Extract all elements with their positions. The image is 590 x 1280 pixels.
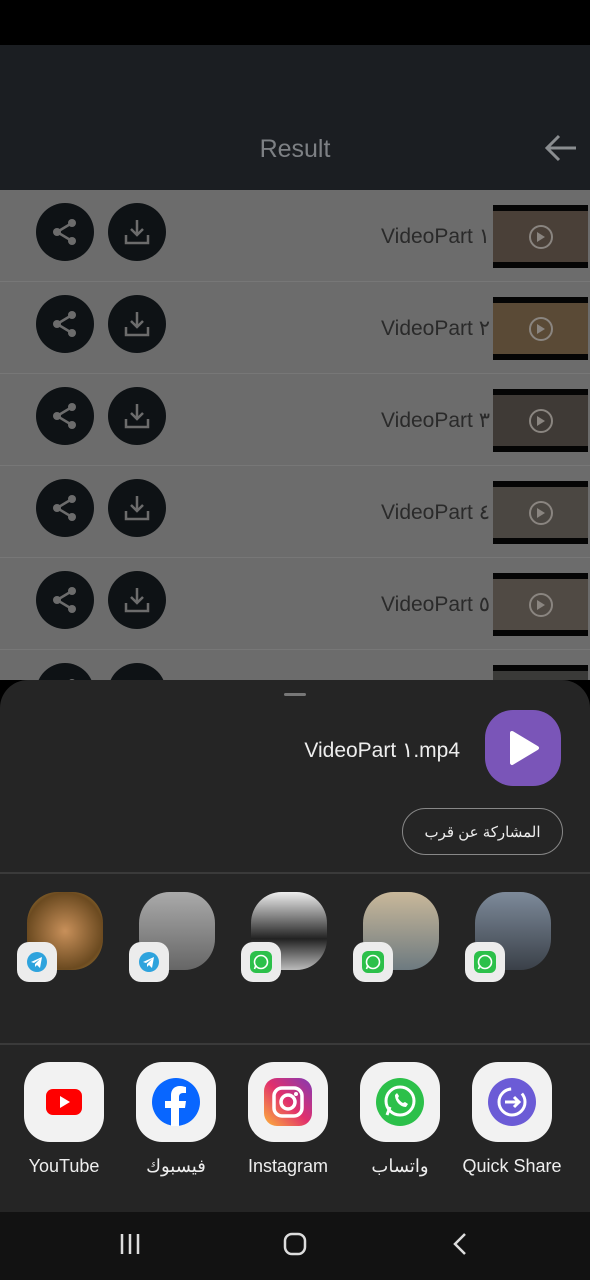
download-icon [124,312,150,337]
divider [0,872,590,874]
app-label: Instagram [247,1156,329,1176]
download-button[interactable] [108,387,166,445]
video-title: VideoPart ٢ [381,317,490,340]
video-title: VideoPart ٤ [381,501,490,524]
share-icon [53,587,76,613]
play-icon [528,408,553,433]
video-thumbnail[interactable] [493,573,588,636]
quick-share-icon [472,1062,552,1142]
direct-share-contact[interactable] [465,892,553,982]
play-icon [528,592,553,617]
download-icon [124,496,150,521]
recent-apps-icon[interactable] [119,1232,141,1261]
youtube-icon [24,1062,104,1142]
play-icon [528,224,553,249]
video-row[interactable] [0,650,590,680]
share-icon [53,403,76,429]
download-button[interactable] [108,479,166,537]
play-icon [528,316,553,341]
download-button[interactable] [108,571,166,629]
sheet-handle[interactable] [284,693,306,696]
direct-share-contact[interactable] [353,892,441,982]
telegram-icon [129,942,169,982]
video-title: VideoPart ١ [381,225,490,248]
video-title: VideoPart ٥ [381,593,490,616]
download-icon [124,220,150,245]
direct-share-contact[interactable] [241,892,329,982]
download-button[interactable] [108,295,166,353]
direct-share-contact[interactable] [129,892,217,982]
share-app-whatsapp[interactable]: واتساب [344,1062,456,1177]
back-icon[interactable] [452,1232,468,1261]
page-title: Result [259,135,331,163]
share-app-facebook[interactable]: فيسبوك [120,1062,232,1177]
instagram-icon [248,1062,328,1142]
share-button[interactable] [36,203,94,261]
nearby-share-button[interactable]: المشاركة عن قرب [402,808,563,855]
play-icon [528,500,553,525]
app-label: واتساب [371,1156,429,1176]
share-button[interactable] [36,479,94,537]
share-app-instagram[interactable]: Instagram [232,1062,344,1177]
share-sheet: VideoPart ١.mp4 المشاركة عن قرب YouTube ف… [0,680,590,1212]
whatsapp-icon [353,942,393,982]
share-button[interactable] [36,387,94,445]
direct-share-contact[interactable] [17,892,105,982]
video-row[interactable]: VideoPart ١ [0,190,590,282]
app-label: Quick Share [462,1156,562,1176]
facebook-icon [136,1062,216,1142]
navigation-bar [0,1212,590,1280]
download-button[interactable] [108,203,166,261]
download-icon [124,588,150,613]
video-row[interactable]: VideoPart ٣ [0,374,590,466]
share-icon [53,495,76,521]
status-bar [0,0,590,45]
app-label: فيسبوك [146,1156,206,1176]
whatsapp-icon [465,942,505,982]
divider [0,1043,590,1045]
file-name: VideoPart ١.mp4 [304,739,460,762]
video-thumbnail[interactable] [493,205,588,268]
back-arrow-icon[interactable] [544,133,578,163]
app-header: Result [0,45,590,190]
video-thumbnail[interactable] [493,481,588,544]
video-file-icon [485,710,561,786]
download-button[interactable] [108,663,166,680]
share-icon [53,311,76,337]
video-thumbnail[interactable] [493,297,588,360]
video-row[interactable]: VideoPart ٤ [0,466,590,558]
download-icon [124,404,150,429]
video-row[interactable]: VideoPart ٥ [0,558,590,650]
video-thumbnail[interactable] [493,389,588,452]
share-button[interactable] [36,663,94,680]
video-list: VideoPart ١ VideoPart ٢ VideoPart ٣ Vide… [0,190,590,680]
whatsapp-icon [360,1062,440,1142]
share-button[interactable] [36,571,94,629]
home-icon[interactable] [283,1232,307,1261]
share-app-quick-share[interactable]: Quick Share [456,1062,568,1177]
app-label: YouTube [28,1156,100,1176]
whatsapp-icon [241,942,281,982]
video-row[interactable]: VideoPart ٢ [0,282,590,374]
share-button[interactable] [36,295,94,353]
share-app-youtube[interactable]: YouTube [8,1062,120,1177]
share-icon [53,219,76,245]
video-thumbnail[interactable] [493,665,588,680]
telegram-icon [17,942,57,982]
video-title: VideoPart ٣ [381,409,490,432]
